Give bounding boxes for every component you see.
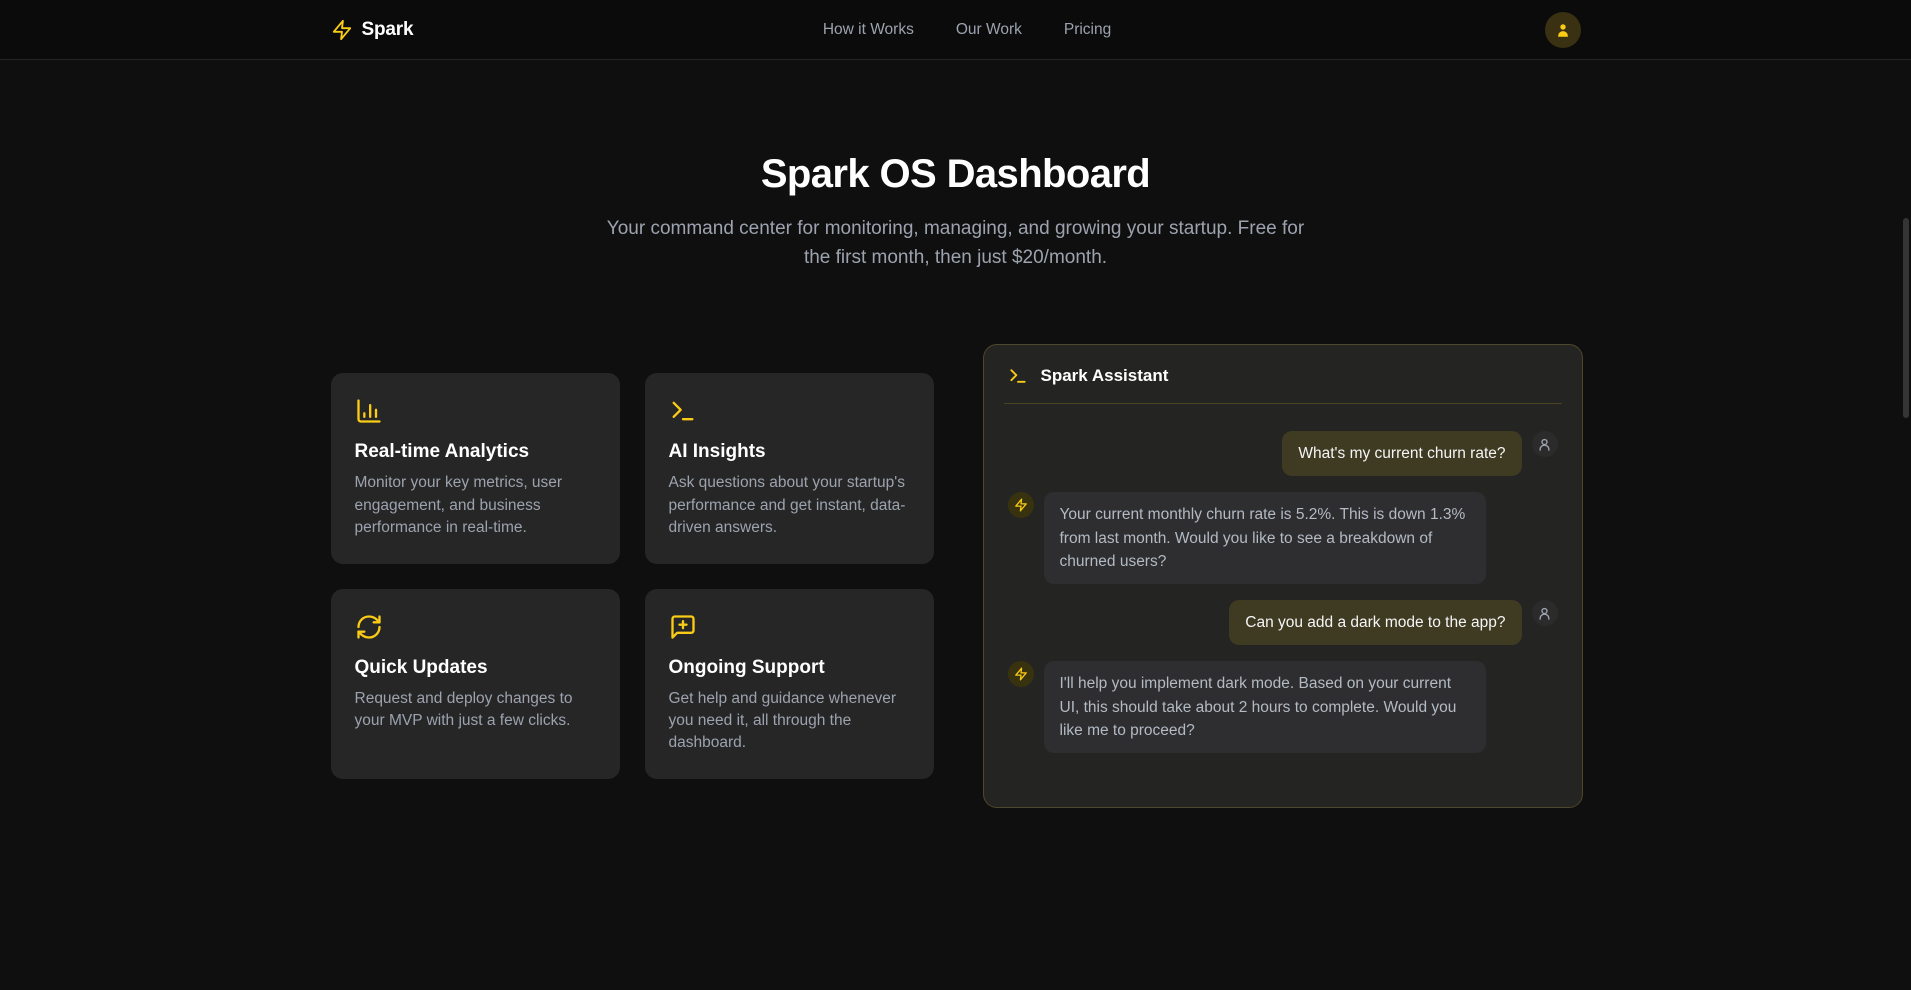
zap-icon	[1014, 498, 1028, 512]
brand-logo[interactable]: Spark	[331, 19, 414, 41]
assistant-message-bubble: Your current monthly churn rate is 5.2%.…	[1044, 492, 1486, 584]
hero-section: Spark OS Dashboard Your command center f…	[0, 60, 1911, 272]
navbar-inner: Spark How it Works Our Work Pricing	[331, 12, 1581, 48]
page-subtitle: Your command center for monitoring, mana…	[606, 215, 1306, 272]
refresh-icon	[355, 613, 596, 641]
zap-icon	[331, 19, 353, 41]
feature-title: Real-time Analytics	[355, 441, 596, 463]
feature-title: Ongoing Support	[669, 657, 910, 679]
feature-card-ai-insights: AI Insights Ask questions about your sta…	[645, 373, 934, 563]
assistant-panel-title: Spark Assistant	[1041, 366, 1169, 386]
user-message-bubble: What's my current churn rate?	[1282, 431, 1521, 476]
feature-card-ongoing-support: Ongoing Support Get help and guidance wh…	[645, 589, 934, 779]
terminal-icon	[1008, 366, 1028, 386]
assistant-chat-avatar	[1008, 492, 1034, 518]
brand-name: Spark	[362, 19, 414, 41]
zap-icon	[1014, 667, 1028, 681]
feature-description: Ask questions about your startup's perfo…	[669, 472, 910, 539]
bar-chart-icon	[355, 397, 596, 425]
feature-description: Request and deploy changes to your MVP w…	[355, 688, 596, 733]
feature-card-quick-updates: Quick Updates Request and deploy changes…	[331, 589, 620, 779]
user-chat-avatar	[1532, 431, 1558, 457]
feature-title: AI Insights	[669, 441, 910, 463]
nav-link-how-it-works[interactable]: How it Works	[823, 21, 914, 39]
feature-description: Monitor your key metrics, user engagemen…	[355, 472, 596, 539]
navbar: Spark How it Works Our Work Pricing	[0, 0, 1911, 60]
assistant-panel-header: Spark Assistant	[984, 345, 1582, 403]
feature-title: Quick Updates	[355, 657, 596, 679]
user-icon	[1554, 21, 1572, 39]
feature-card-realtime-analytics: Real-time Analytics Monitor your key met…	[331, 373, 620, 563]
page-title: Spark OS Dashboard	[0, 152, 1911, 197]
user-icon	[1537, 606, 1552, 621]
chat-message-user: What's my current churn rate?	[1008, 431, 1558, 476]
main-content: Real-time Analytics Monitor your key met…	[331, 344, 1581, 808]
chat-message-user: Can you add a dark mode to the app?	[1008, 600, 1558, 645]
nav-link-pricing[interactable]: Pricing	[1064, 21, 1111, 39]
nav-link-our-work[interactable]: Our Work	[956, 21, 1022, 39]
user-message-bubble: Can you add a dark mode to the app?	[1229, 600, 1521, 645]
chat-messages: What's my current churn rate?	[984, 404, 1582, 780]
nav-links: How it Works Our Work Pricing	[823, 21, 1111, 39]
features-grid: Real-time Analytics Monitor your key met…	[331, 373, 934, 779]
page-scrollbar-thumb[interactable]	[1903, 218, 1909, 418]
chat-message-assistant: I'll help you implement dark mode. Based…	[1008, 661, 1558, 753]
user-avatar-button[interactable]	[1545, 12, 1581, 48]
chat-message-assistant: Your current monthly churn rate is 5.2%.…	[1008, 492, 1558, 584]
spark-assistant-panel: Spark Assistant What's my current churn …	[983, 344, 1583, 808]
user-icon	[1537, 437, 1552, 452]
user-chat-avatar	[1532, 600, 1558, 626]
message-square-plus-icon	[669, 613, 910, 641]
assistant-chat-avatar	[1008, 661, 1034, 687]
assistant-message-bubble: I'll help you implement dark mode. Based…	[1044, 661, 1486, 753]
feature-description: Get help and guidance whenever you need …	[669, 688, 910, 755]
terminal-icon	[669, 397, 910, 425]
